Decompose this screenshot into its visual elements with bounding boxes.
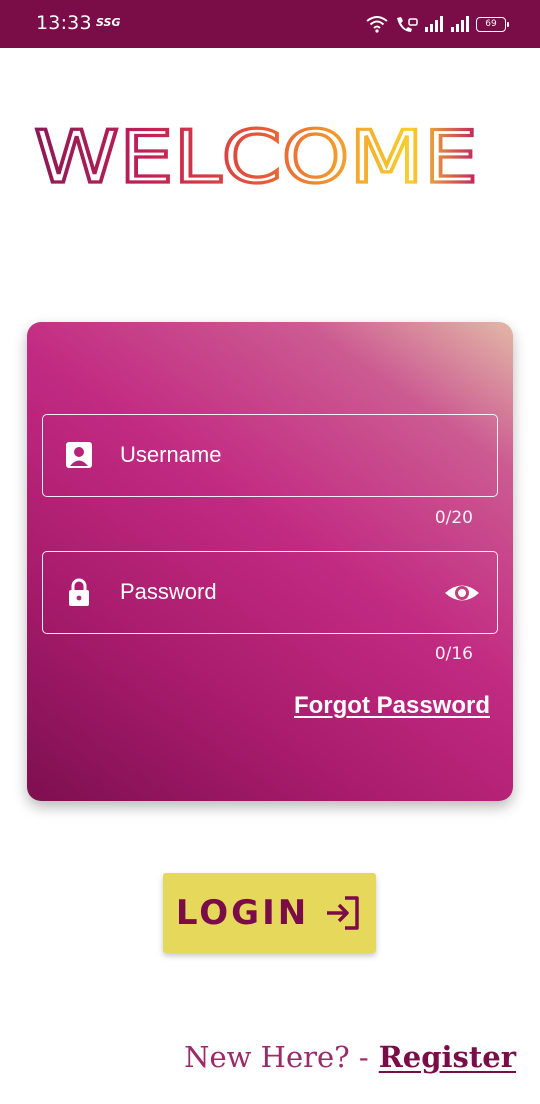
status-time: 13:33 xyxy=(36,12,92,34)
wifi-calling-icon xyxy=(397,17,418,32)
password-input[interactable] xyxy=(120,572,440,612)
username-counter: 0/20 xyxy=(434,508,473,528)
signal-icon xyxy=(425,16,443,32)
username-field[interactable] xyxy=(42,414,498,497)
login-card: 0/20 0/16 Forgot Password xyxy=(27,322,513,801)
status-icons: 69 xyxy=(366,13,509,35)
carrier-label: SSG xyxy=(96,16,121,29)
lock-icon xyxy=(69,578,89,606)
login-arrow-icon xyxy=(327,896,359,930)
forgot-password-link[interactable]: Forgot Password xyxy=(294,692,490,720)
status-bar: 13:33 SSG 69 xyxy=(0,0,540,48)
login-button[interactable]: LOGIN xyxy=(163,873,376,953)
register-row: New Here? - Register xyxy=(184,1040,516,1074)
signal-icon-2 xyxy=(451,16,469,32)
welcome-title: WELCOME xyxy=(34,118,480,198)
login-button-label: LOGIN xyxy=(175,893,310,933)
welcome-text: WELCOME xyxy=(34,118,478,198)
login-screen: 13:33 SSG 69 WELCOME Username 0/20 0/16 … xyxy=(0,0,540,1104)
username-input[interactable] xyxy=(120,435,440,475)
register-link[interactable]: Register xyxy=(379,1040,516,1074)
password-counter: 0/16 xyxy=(434,644,473,664)
password-field[interactable] xyxy=(42,551,498,634)
eye-icon[interactable] xyxy=(443,576,481,610)
account-box-icon xyxy=(66,442,92,468)
wifi-icon xyxy=(366,16,388,33)
register-prompt: New Here? - xyxy=(184,1040,369,1074)
battery-icon: 69 xyxy=(476,16,509,32)
